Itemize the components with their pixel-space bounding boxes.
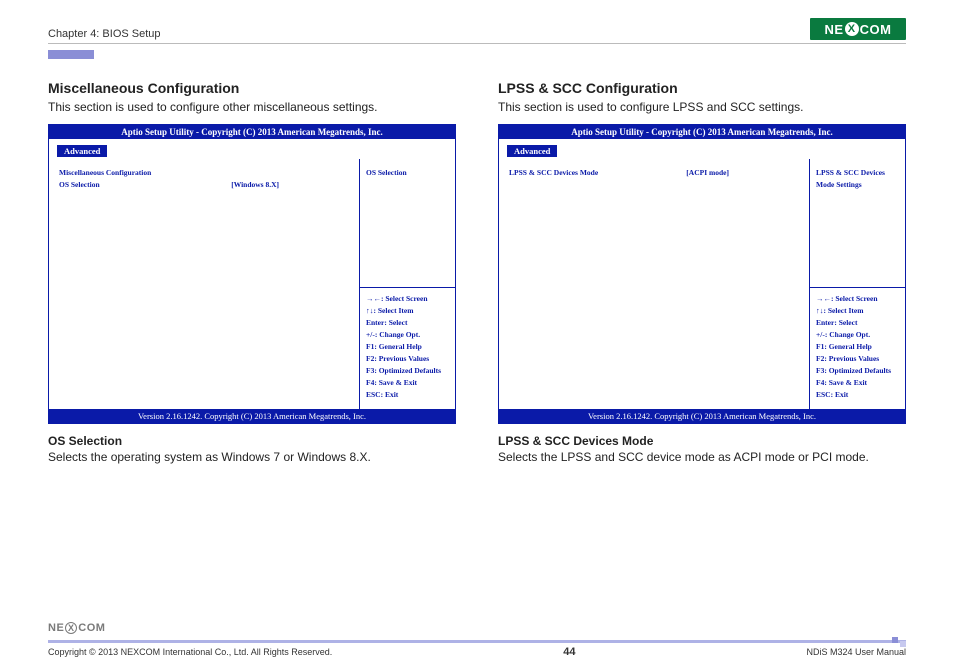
section-heading: LPSS & SCC Configuration (498, 80, 906, 96)
bios-main-panel: Miscellaneous Configuration OS Selection… (49, 159, 360, 409)
bios-screenshot-left: Aptio Setup Utility - Copyright (C) 2013… (48, 124, 456, 424)
bios-tab-advanced: Advanced (507, 145, 557, 157)
bios-setting-row: LPSS & SCC Devices Mode [ACPI mode] (509, 167, 729, 179)
page-number: 44 (563, 646, 575, 658)
bios-side-panel: LPSS & SCC Devices Mode Settings →←: Sel… (810, 159, 905, 409)
bios-tab-row: Advanced (49, 139, 455, 159)
right-column: LPSS & SCC Configuration This section is… (498, 80, 906, 464)
bios-setting-row: OS Selection [Windows 8.X] (59, 179, 279, 191)
page-footer: NEXCOM Copyright © 2013 NEXCOM Internati… (48, 620, 906, 658)
section-subtitle: This section is used to configure other … (48, 100, 456, 114)
bios-side-panel: OS Selection →←: Select Screen ↑↓: Selec… (360, 159, 455, 409)
section-subtitle: This section is used to configure LPSS a… (498, 100, 906, 114)
paragraph-body: Selects the operating system as Windows … (48, 450, 456, 464)
footer-rule (48, 640, 906, 643)
paragraph-heading: OS Selection (48, 434, 456, 448)
bios-tab-advanced: Advanced (57, 145, 107, 157)
paragraph-heading: LPSS & SCC Devices Mode (498, 434, 906, 448)
footer-logo: NEXCOM (48, 620, 118, 636)
paragraph-body: Selects the LPSS and SCC device mode as … (498, 450, 906, 464)
left-column: Miscellaneous Configuration This section… (48, 80, 456, 464)
manual-name: NDiS M324 User Manual (806, 647, 906, 657)
bios-footer: Version 2.16.1242. Copyright (C) 2013 Am… (49, 409, 455, 423)
bios-key-help: →←: Select Screen ↑↓: Select Item Enter:… (360, 287, 455, 401)
accent-tab (48, 50, 906, 56)
brand-logo: NEXCOM (810, 18, 906, 40)
copyright-text: Copyright © 2013 NEXCOM International Co… (48, 647, 332, 657)
logo-x-icon: X (845, 22, 859, 36)
logo-x-icon: X (65, 622, 77, 634)
bios-title-bar: Aptio Setup Utility - Copyright (C) 2013… (499, 125, 905, 139)
bios-main-panel: LPSS & SCC Devices Mode [ACPI mode] (499, 159, 810, 409)
section-heading: Miscellaneous Configuration (48, 80, 456, 96)
chapter-title: Chapter 4: BIOS Setup (48, 28, 161, 40)
bios-title-bar: Aptio Setup Utility - Copyright (C) 2013… (49, 125, 455, 139)
page-header: Chapter 4: BIOS Setup NEXCOM (48, 18, 906, 44)
bios-tab-row: Advanced (499, 139, 905, 159)
bios-key-help: →←: Select Screen ↑↓: Select Item Enter:… (810, 287, 905, 401)
bios-screenshot-right: Aptio Setup Utility - Copyright (C) 2013… (498, 124, 906, 424)
bios-footer: Version 2.16.1242. Copyright (C) 2013 Am… (499, 409, 905, 423)
